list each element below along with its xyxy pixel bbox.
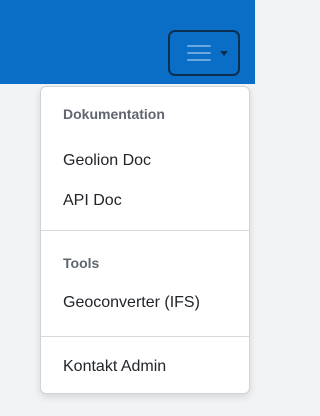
menu-divider	[41, 230, 249, 231]
menu-item-kontakt-admin[interactable]: Kontakt Admin	[41, 351, 249, 383]
section-header-dokumentation: Dokumentation	[63, 106, 165, 122]
dropdown-menu: Dokumentation Geolion Doc API Doc Tools …	[40, 86, 250, 394]
hamburger-icon	[187, 45, 211, 61]
navbar	[0, 0, 255, 84]
menu-toggle-button[interactable]	[168, 30, 240, 76]
caret-down-icon	[220, 51, 228, 56]
menu-item-geoconverter[interactable]: Geoconverter (IFS)	[41, 287, 249, 319]
menu-item-geolion-doc[interactable]: Geolion Doc	[41, 145, 249, 177]
section-header-tools: Tools	[63, 255, 100, 271]
menu-item-api-doc[interactable]: API Doc	[41, 185, 249, 217]
menu-divider	[41, 336, 249, 337]
